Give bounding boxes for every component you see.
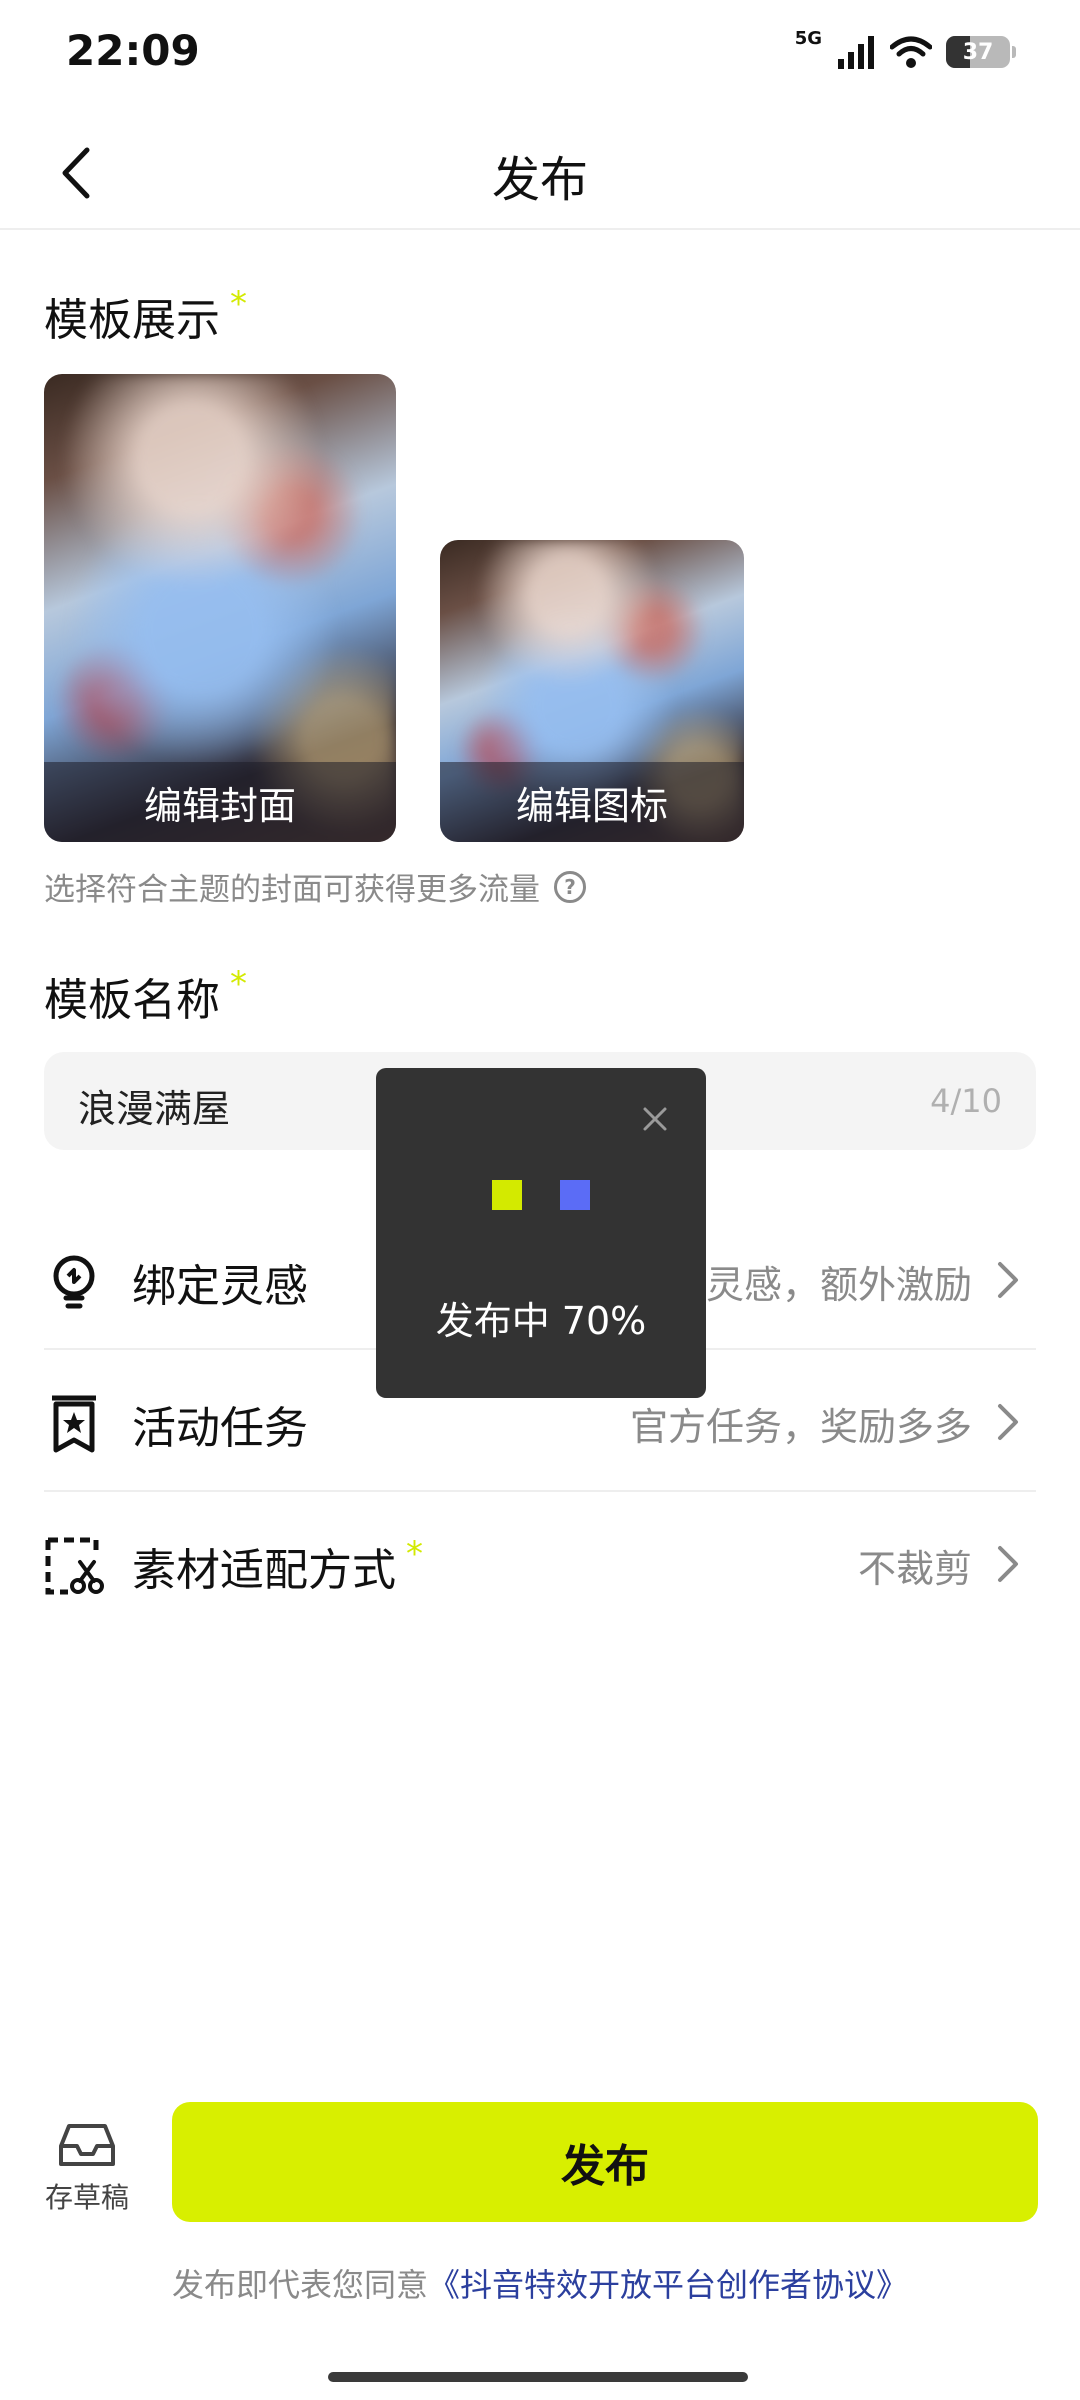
battery-level: 37 (962, 39, 994, 65)
required-mark: * (230, 284, 247, 324)
inbox-icon (59, 2124, 115, 2166)
cover-hint: 选择符合主题的封面可获得更多流量 ? (44, 864, 586, 909)
battery-icon: 37 (946, 36, 1016, 68)
network-label: 5G (794, 27, 822, 49)
chevron-right-icon (998, 1262, 1018, 1298)
bind-inspiration-label: 绑定灵感 (132, 1261, 308, 1312)
icon-image-card[interactable]: 编辑图标 (440, 540, 744, 842)
signal-icon (838, 36, 874, 69)
nav-bar: 发布 (0, 120, 1080, 230)
loading-dot-yellow (492, 1180, 522, 1210)
agreement-prefix: 发布即代表您同意 (171, 2266, 428, 2304)
material-fit-label-text: 素材适配方式 (132, 1545, 396, 1596)
template-name-title: 模板名称 * (44, 964, 247, 1028)
edit-icon-label: 编辑图标 (440, 762, 744, 842)
agreement-link[interactable]: 《抖音特效开放平台创作者协议》 (428, 2266, 908, 2304)
chevron-right-icon (998, 1404, 1018, 1440)
char-counter: 4/10 (930, 1082, 1002, 1120)
material-fit-value: 不裁剪 (857, 1547, 972, 1591)
edit-cover-label: 编辑封面 (44, 762, 396, 842)
crop-scissors-icon (45, 1537, 104, 1595)
wifi-icon (890, 36, 932, 68)
template-display-label: 模板展示 (44, 295, 220, 346)
publish-button[interactable]: 发布 (172, 2102, 1038, 2222)
template-display-title: 模板展示 * (44, 284, 247, 348)
home-indicator[interactable] (328, 2372, 748, 2382)
cover-hint-text: 选择符合主题的封面可获得更多流量 (44, 872, 540, 908)
status-time: 22:09 (66, 26, 200, 75)
material-fit-label: 素材适配方式 * (132, 1534, 423, 1598)
help-icon[interactable]: ? (554, 870, 586, 903)
cover-image-card[interactable]: 编辑封面 (44, 374, 396, 842)
save-draft-label: 存草稿 (44, 2181, 129, 2214)
template-name-label: 模板名称 (44, 975, 220, 1026)
status-bar: 22:09 5G 37 (0, 0, 1080, 100)
bottom-bar: 存草稿 发布 发布即代表您同意《抖音特效开放平台创作者协议》 (0, 2090, 1080, 2400)
status-icons: 5G 37 (794, 26, 1016, 78)
agreement-text: 发布即代表您同意《抖音特效开放平台创作者协议》 (0, 2260, 1080, 2306)
close-icon[interactable] (640, 1104, 670, 1134)
publishing-progress-text: 发布中 70% (435, 1299, 647, 1343)
activity-task-label: 活动任务 (132, 1403, 308, 1454)
bind-inspiration-value: 灵感，额外激励 (705, 1263, 972, 1307)
save-draft-button[interactable]: 存草稿 (40, 2122, 134, 2222)
material-fit-row[interactable]: 素材适配方式 * 不裁剪 (44, 1494, 1036, 1634)
loading-dot-blue (560, 1180, 590, 1210)
publishing-toast: 发布中 70% (376, 1068, 706, 1398)
lightbulb-icon (53, 1255, 95, 1309)
chevron-right-icon (998, 1546, 1018, 1582)
page-title: 发布 (491, 152, 588, 208)
bookmark-star-icon (52, 1395, 96, 1453)
required-mark: * (230, 964, 247, 1004)
template-name-value: 浪漫满屋 (78, 1087, 231, 1131)
activity-task-value: 官方任务，奖励多多 (629, 1405, 972, 1449)
required-mark: * (406, 1534, 423, 1574)
